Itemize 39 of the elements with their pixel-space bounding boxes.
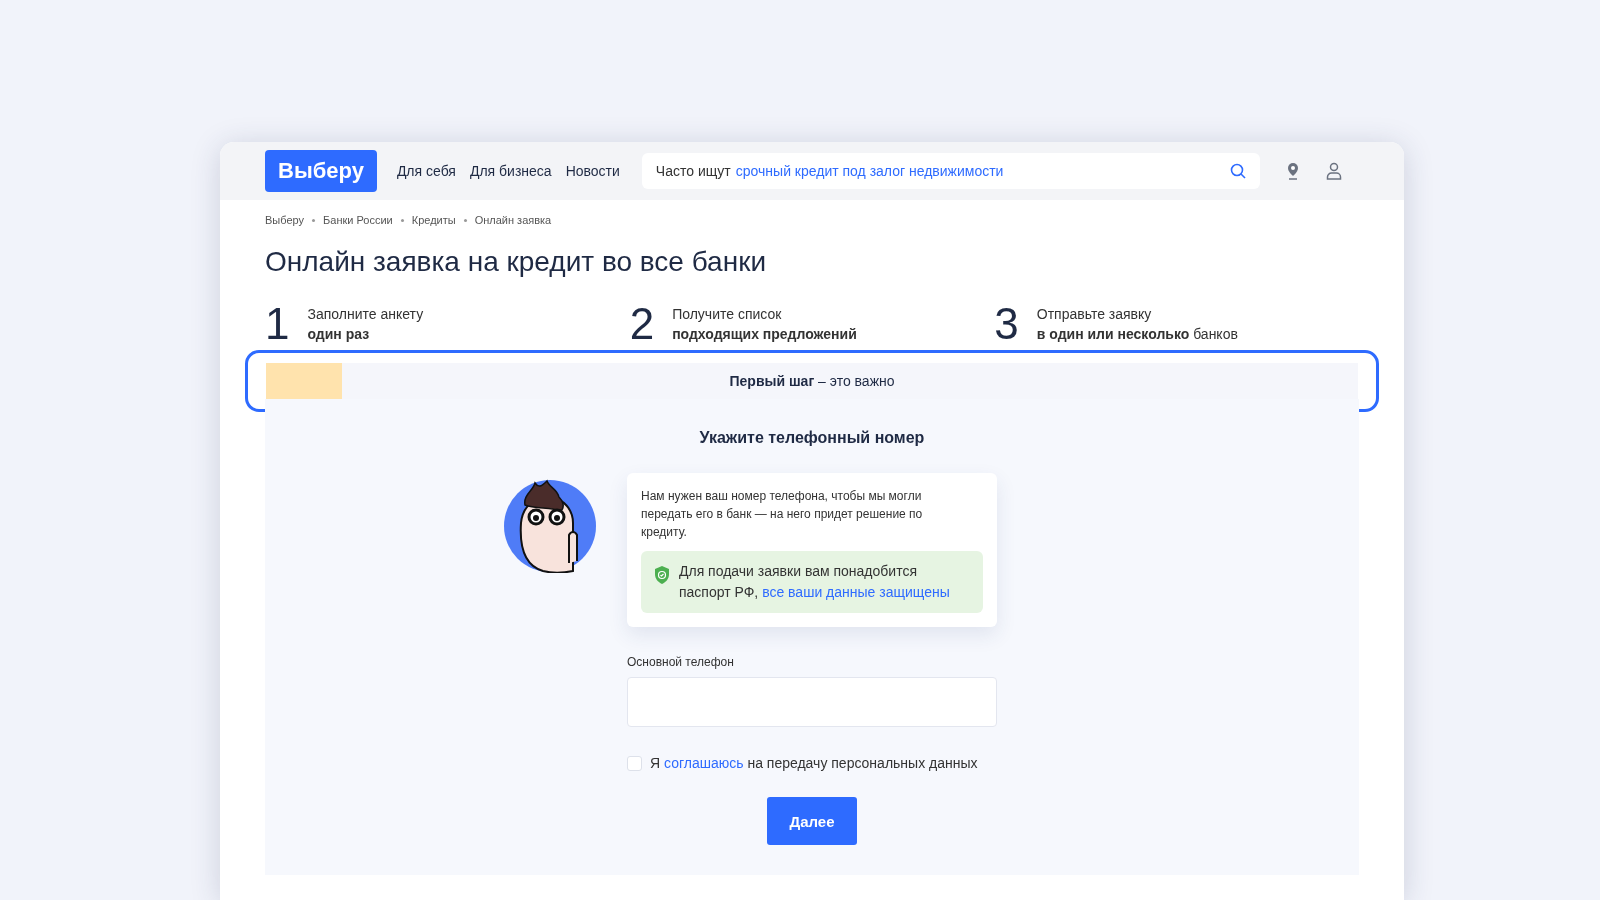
consent-text: Я соглашаюсь на передачу персональных данных — [650, 755, 978, 771]
search-icon[interactable] — [1229, 163, 1246, 179]
step-number: 1 — [265, 302, 290, 346]
breadcrumb-separator — [312, 218, 316, 222]
breadcrumb-separator — [400, 218, 404, 222]
message-text: Нам нужен ваш номер телефона, чтобы мы могли передать его в банк — на него придет решение по кредиту. — [641, 488, 924, 541]
search-field[interactable]: Часто ищут срочный кредит под залог недвижимости — [641, 153, 1260, 189]
next-button[interactable]: Далее — [767, 797, 857, 845]
step-detail: в один или несколько банков — [1036, 326, 1238, 342]
breadcrumb-link[interactable]: Кредиты — [411, 214, 456, 226]
nav-link[interactable]: Новости — [565, 163, 620, 179]
nav-link[interactable]: Для себя — [396, 163, 456, 179]
location-pin-icon[interactable] — [1285, 162, 1300, 180]
step-title: Отправьте заявку — [1036, 306, 1153, 322]
consent-link[interactable]: соглашаюсь — [664, 755, 744, 771]
page-title: Онлайн заявка на кредит во все банки — [265, 246, 768, 278]
step-detail: один раз — [307, 326, 371, 342]
step-title: Заполните анкету — [307, 306, 424, 322]
consent-checkbox[interactable] — [627, 755, 642, 771]
nav-link[interactable]: Для бизнеса — [469, 163, 552, 179]
form-heading: Укажите телефонный номер — [698, 429, 926, 447]
breadcrumb-separator — [463, 218, 467, 222]
phone-label: Основной телефон — [627, 655, 735, 669]
step-title: Получите список — [672, 306, 783, 322]
step-detail: подходящих предложений — [672, 326, 857, 342]
breadcrumb-link[interactable]: Онлайн заявка — [474, 214, 552, 226]
breadcrumb-link[interactable]: Выберу — [265, 214, 305, 226]
step-number: 2 — [629, 302, 655, 346]
logo-button[interactable]: Выберу — [265, 150, 377, 192]
search-hint: Часто ищут — [655, 163, 731, 179]
step-number: 3 — [994, 302, 1019, 346]
user-icon[interactable] — [1325, 162, 1342, 180]
progress-label: Первый шаг – это важно — [729, 373, 895, 389]
data-protection-link[interactable]: все ваши данные защищены — [762, 584, 950, 600]
shield-check-icon — [653, 565, 671, 585]
phone-input-field[interactable] — [627, 677, 997, 727]
notice-text: Для подачи заявки вам понадобится паспорт РФ, все ваши данные защищены — [679, 562, 951, 602]
search-suggestion-link[interactable]: срочный кредит под залог недвижимости — [735, 163, 1004, 179]
breadcrumb-link[interactable]: Банки России — [323, 214, 393, 226]
